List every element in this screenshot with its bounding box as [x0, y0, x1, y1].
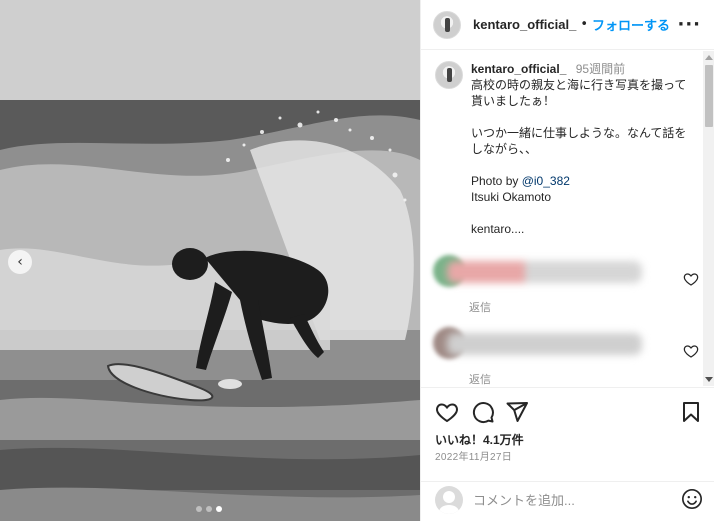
caption-username[interactable]: kentaro_official_: [471, 62, 566, 76]
follow-button[interactable]: フォローする: [592, 15, 670, 34]
scroll-down-arrow-icon[interactable]: [705, 377, 713, 382]
comment-item: 返信: [433, 255, 699, 315]
carousel-prev-button[interactable]: ‹: [8, 250, 32, 274]
photo-by-label: Photo by: [471, 174, 522, 188]
emoji-smile-icon[interactable]: [681, 488, 703, 510]
comment-input[interactable]: [473, 490, 663, 510]
avatar: [435, 486, 463, 514]
send-icon[interactable]: [505, 400, 529, 424]
reply-button[interactable]: 返信: [469, 299, 491, 315]
photographer-mention-link[interactable]: @i0_382: [522, 174, 570, 188]
post-caption: kentaro_official_ 95週間前 高校の時の親友と海に行き写真を撮…: [435, 61, 697, 237]
heart-icon[interactable]: [435, 400, 459, 424]
caption-line-1: 高校の時の親友と海に行き写真を撮って貰いましたぁ！: [471, 78, 687, 108]
avatar[interactable]: [433, 10, 461, 39]
comments-section: kentaro_official_ 95週間前 高校の時の親友と海に行き写真を撮…: [421, 51, 714, 386]
comment-text-blurred: [447, 333, 642, 355]
post-actions: いいね！4.1万件 2022年11月27日: [421, 387, 714, 481]
caption-timestamp[interactable]: 95週間前: [576, 62, 625, 76]
post-header: kentaro_official_ • フォローする ···: [421, 0, 714, 50]
caption-avatar[interactable]: [435, 61, 463, 89]
reply-button[interactable]: 返信: [469, 371, 491, 386]
post-photo[interactable]: ‹: [0, 0, 420, 521]
comments-scrollbar[interactable]: [703, 51, 714, 386]
like-count[interactable]: いいね！4.1万件: [435, 431, 524, 448]
comment-item: 返信: [433, 327, 699, 386]
comment-text-blurred: [447, 261, 642, 283]
header-username[interactable]: kentaro_official_: [473, 17, 576, 32]
post-side-panel: kentaro_official_ • フォローする ··· kentaro_o…: [420, 0, 714, 521]
caption-truncated: kentaro....: [471, 222, 525, 236]
carousel-dots: [196, 506, 222, 512]
more-options-icon[interactable]: ···: [677, 14, 701, 35]
heart-icon[interactable]: [683, 343, 699, 359]
surf-photo-graphic: [0, 0, 420, 521]
header-separator: •: [580, 17, 588, 32]
comment-icon[interactable]: [471, 400, 495, 424]
caption-line-2: いつか一緒に仕事しような。なんて話をしながら、、: [471, 126, 687, 156]
carousel-dot-active: [216, 506, 222, 512]
caption-body: kentaro_official_ 95週間前 高校の時の親友と海に行き写真を撮…: [471, 61, 697, 237]
bookmark-icon[interactable]: [679, 400, 703, 424]
heart-icon[interactable]: [683, 271, 699, 287]
post-date[interactable]: 2022年11月27日: [435, 448, 512, 463]
scroll-thumb[interactable]: [705, 65, 713, 127]
scroll-up-arrow-icon[interactable]: [705, 55, 713, 60]
photographer-name: Itsuki Okamoto: [471, 190, 552, 204]
chevron-left-icon: ‹: [17, 254, 23, 270]
carousel-dot: [206, 506, 212, 512]
carousel-dot: [196, 506, 202, 512]
add-comment-bar: [421, 481, 714, 521]
